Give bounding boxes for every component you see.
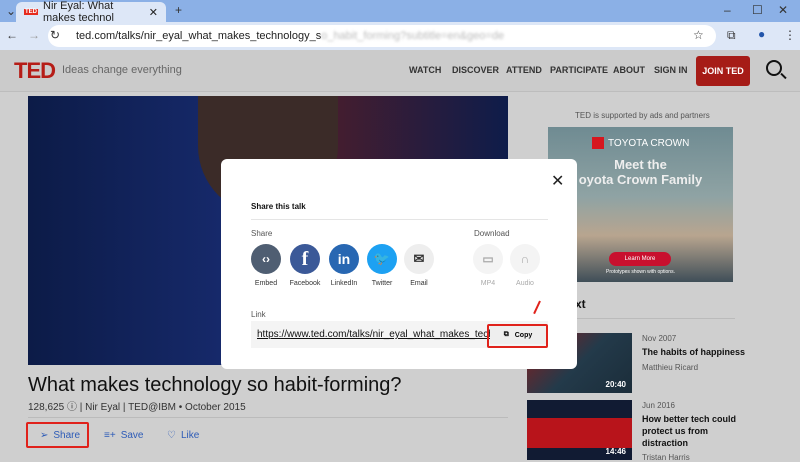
tab-strip: ⌄ TED Nir Eyal: What makes technol ✕ + – ☐… <box>0 0 800 24</box>
talk-title: What makes technology so habit-forming? <box>28 374 402 396</box>
info-icon[interactable]: ⓘ <box>67 402 77 413</box>
url-text: ted.com/talks/nir_eyal_what_makes_techno… <box>76 30 322 42</box>
linkedin-icon[interactable]: in <box>329 244 359 274</box>
close-icon[interactable]: ✕ <box>551 171 564 191</box>
embed-icon[interactable]: ‹› <box>251 244 281 274</box>
toyota-logo-icon <box>592 137 604 149</box>
share-section-label: Share <box>251 229 273 238</box>
divider <box>251 219 548 220</box>
url-text-blurred: o_habit_forming?subtitle=en&geo=de <box>321 30 505 42</box>
like-label: Like <box>180 430 200 441</box>
extensions-icon[interactable]: ⧉ <box>727 28 736 43</box>
ted-logo[interactable]: TED <box>14 58 56 84</box>
nav-discover[interactable]: DISCOVER <box>452 65 499 75</box>
nav-about[interactable]: ABOUT <box>613 65 645 75</box>
facebook-icon[interactable]: f <box>290 244 320 274</box>
nav-participate[interactable]: PARTICIPATE <box>550 65 608 75</box>
nav-watch[interactable]: WATCH <box>409 65 441 75</box>
ad-brand-text: TOYOTA CROWN <box>608 137 690 149</box>
link-label: Link <box>251 310 266 319</box>
view-count: 128,625 <box>28 402 65 413</box>
like-button[interactable]: ♡ Like <box>167 430 199 441</box>
nav-sign-in[interactable]: SIGN IN <box>654 65 688 75</box>
join-ted-button[interactable]: JOIN TED <box>696 56 750 86</box>
profile-icon[interactable]: ● <box>758 27 765 41</box>
tab-title: Nir Eyal: What makes technol <box>43 0 114 24</box>
save-button[interactable]: ≡+ Save <box>104 430 143 441</box>
site-header: TED Ideas change everything WATCH DISCOV… <box>0 50 800 92</box>
nav-attend[interactable]: ATTEND <box>506 65 542 75</box>
audio-label: Audio <box>516 280 534 287</box>
favicon-icon: TED <box>24 9 38 15</box>
close-tab-icon[interactable]: ✕ <box>149 6 158 19</box>
email-icon[interactable]: ✉ <box>404 244 434 274</box>
ad-note: TED is supported by ads and partners <box>575 111 710 120</box>
bookmark-star-icon[interactable]: ☆ <box>693 28 704 42</box>
new-tab-icon[interactable]: + <box>175 3 182 17</box>
maximize-icon[interactable]: ☐ <box>752 3 763 17</box>
tagline: Ideas change everything <box>62 64 182 76</box>
share-dialog: ✕ Share this talk Share Download ‹› Embe… <box>221 159 577 369</box>
tab-search-icon[interactable]: ⌄ <box>6 4 16 18</box>
download-section-label: Download <box>474 229 510 238</box>
talk-link[interactable]: How better tech could protect us from di… <box>642 413 752 449</box>
browser-toolbar: ← → ↻ ted.com/talks/nir_eyal_what_makes_… <box>0 22 800 50</box>
ad-learn-more-button[interactable]: Learn More <box>609 252 671 266</box>
talk-author: Matthieu Ricard <box>642 363 699 372</box>
menu-icon[interactable]: ⋮ <box>784 28 796 42</box>
talk-date: Nov 2007 <box>642 334 677 343</box>
video-thumbnail[interactable]: 14:46 <box>527 400 632 460</box>
minimize-icon[interactable]: – <box>724 3 731 17</box>
email-label: Email <box>410 280 428 287</box>
talk-link[interactable]: The habits of happiness <box>642 346 752 358</box>
talk-meta: 128,625 ⓘ | Nir Eyal | TED@IBM • October… <box>28 398 246 413</box>
video-camera-icon[interactable]: ▭ <box>473 244 503 274</box>
ad-brand: TOYOTA CROWN <box>592 137 689 149</box>
dialog-title: Share this talk <box>251 202 306 211</box>
close-window-icon[interactable]: ✕ <box>778 3 788 17</box>
share-highlight <box>26 422 89 448</box>
headphones-icon[interactable]: ∩ <box>510 244 540 274</box>
divider <box>28 417 508 418</box>
duration-badge: 20:40 <box>605 380 626 389</box>
copy-highlight <box>487 324 548 348</box>
heart-icon: ♡ <box>167 430 176 441</box>
playlist-add-icon: ≡+ <box>104 430 116 441</box>
back-icon[interactable]: ← <box>6 28 18 42</box>
forward-icon[interactable]: → <box>28 28 40 42</box>
talk-date: Jun 2016 <box>642 401 675 410</box>
talk-author: Tristan Harris <box>642 453 690 462</box>
search-icon[interactable] <box>766 60 782 76</box>
reload-icon[interactable]: ↻ <box>50 28 60 42</box>
talk-details: | Nir Eyal | TED@IBM • October 2015 <box>79 402 246 413</box>
browser-tab[interactable]: TED Nir Eyal: What makes technol ✕ <box>16 0 166 24</box>
address-bar[interactable]: ted.com/talks/nir_eyal_what_makes_techno… <box>48 25 716 47</box>
duration-badge: 14:46 <box>605 447 626 456</box>
save-label: Save <box>120 430 144 441</box>
twitter-icon[interactable]: 🐦 <box>367 244 397 274</box>
